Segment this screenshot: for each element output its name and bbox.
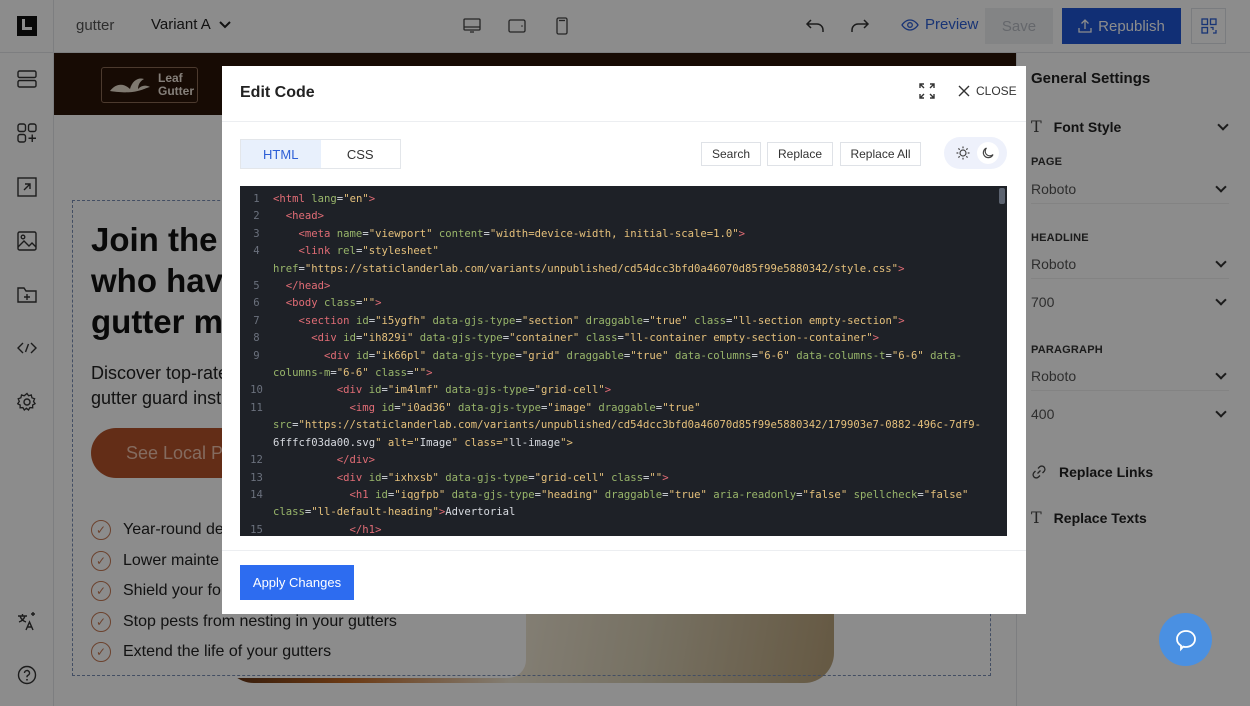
line-number	[240, 365, 273, 382]
tab-html[interactable]: HTML	[241, 140, 321, 168]
code-tabs: HTML CSS	[240, 139, 401, 169]
line-number: 12	[250, 454, 263, 467]
code-line[interactable]: 7 <section id="i5ygfh" data-gjs-type="se…	[240, 313, 1007, 330]
line-number	[240, 435, 273, 452]
code-line[interactable]: 15 </h1>	[240, 522, 1007, 536]
code-text: href="https://staticlanderlab.com/varian…	[273, 262, 905, 275]
line-number: 15	[250, 523, 263, 536]
code-line[interactable]: 3 <meta name="viewport" content="width=d…	[240, 226, 1007, 243]
code-line[interactable]: 2 <head>	[240, 208, 1007, 225]
line-number: 10	[250, 384, 263, 397]
code-line[interactable]: 4 <link rel="stylesheet"	[240, 243, 1007, 260]
line-number: 4	[253, 245, 260, 258]
code-text: </div>	[336, 454, 376, 467]
apply-changes-button[interactable]: Apply Changes	[240, 565, 354, 600]
line-number	[240, 504, 273, 521]
tab-css[interactable]: CSS	[321, 140, 401, 168]
search-button[interactable]: Search	[701, 142, 761, 166]
code-text: </h1>	[349, 523, 382, 536]
sun-icon	[956, 146, 970, 160]
code-line[interactable]: 9 <div id="ik66pl" data-gjs-type="grid" …	[240, 348, 1007, 365]
editor-scrollbar[interactable]	[999, 188, 1005, 204]
code-text: <div id="im4lmf" data-gjs-type="grid-cel…	[336, 384, 612, 397]
code-text: <body class="">	[285, 297, 382, 310]
code-text: <div id="ih829i" data-gjs-type="containe…	[311, 332, 880, 345]
code-line[interactable]: 6 <body class="">	[240, 295, 1007, 312]
code-text: 6fffcf03da00.svg" alt="Image" class="ll-…	[273, 436, 573, 449]
code-text: <link rel="stylesheet"	[298, 245, 439, 258]
code-line[interactable]: 12 </div>	[240, 452, 1007, 469]
code-line[interactable]: src="https://staticlanderlab.com/variant…	[240, 417, 1007, 434]
code-line[interactable]: 11 <img id="i0ad36" data-gjs-type="image…	[240, 400, 1007, 417]
divider	[222, 121, 1026, 122]
line-number: 2	[253, 210, 260, 223]
code-text: columns-m="6-6" class="">	[273, 367, 433, 380]
line-number: 13	[250, 471, 263, 484]
light-theme-button[interactable]	[952, 142, 974, 164]
line-number	[240, 261, 273, 278]
replace-all-button[interactable]: Replace All	[840, 142, 921, 166]
line-number: 5	[253, 280, 260, 293]
code-line[interactable]: columns-m="6-6" class="">	[240, 365, 1007, 382]
fullscreen-button[interactable]	[919, 83, 937, 101]
chat-bubble-icon	[1175, 629, 1196, 651]
moon-icon	[983, 147, 994, 159]
code-text: <img id="i0ad36" data-gjs-type="image" d…	[349, 401, 701, 414]
code-text: <h1 id="iqgfpb" data-gjs-type="heading" …	[349, 488, 969, 501]
replace-button[interactable]: Replace	[767, 142, 833, 166]
code-text: <div id="ik66pl" data-gjs-type="grid" dr…	[324, 349, 963, 362]
code-text: <section id="i5ygfh" data-gjs-type="sect…	[298, 314, 905, 327]
line-number	[240, 417, 273, 434]
code-line[interactable]: 8 <div id="ih829i" data-gjs-type="contai…	[240, 330, 1007, 347]
close-icon	[958, 85, 970, 97]
code-line[interactable]: class="ll-default-heading">Advertorial	[240, 504, 1007, 521]
line-number: 11	[250, 401, 263, 414]
close-button[interactable]: CLOSE	[958, 84, 1017, 98]
code-line[interactable]: 6fffcf03da00.svg" alt="Image" class="ll-…	[240, 435, 1007, 452]
code-text: <html lang="en">	[273, 193, 376, 205]
expand-icon	[919, 83, 935, 99]
modal-title: Edit Code	[240, 84, 315, 101]
code-text: <div id="ixhxsb" data-gjs-type="grid-cel…	[336, 471, 669, 484]
code-text: <meta name="viewport" content="width=dev…	[298, 227, 746, 240]
code-line[interactable]: 13 <div id="ixhxsb" data-gjs-type="grid-…	[240, 470, 1007, 487]
code-line[interactable]: 1 <html lang="en">	[240, 191, 1007, 208]
code-line[interactable]: 10 <div id="im4lmf" data-gjs-type="grid-…	[240, 382, 1007, 399]
theme-toggle	[944, 137, 1007, 169]
code-text: <head>	[285, 210, 325, 223]
code-line[interactable]: 5 </head>	[240, 278, 1007, 295]
code-editor[interactable]: 1 <html lang="en"> 2 <head> 3 <meta name="v…	[240, 186, 1007, 536]
line-number: 9	[253, 349, 260, 362]
chat-support-button[interactable]	[1159, 613, 1212, 666]
code-line[interactable]: href="https://staticlanderlab.com/varian…	[240, 261, 1007, 278]
code-text: </head>	[285, 280, 331, 293]
code-text: src="https://staticlanderlab.com/variant…	[273, 419, 981, 432]
code-line[interactable]: 14 <h1 id="iqgfpb" data-gjs-type="headin…	[240, 487, 1007, 504]
divider	[222, 550, 1026, 551]
line-number: 8	[253, 332, 260, 345]
line-number: 7	[253, 314, 260, 327]
edit-code-modal: Edit Code CLOSE HTML CSS Search Replace …	[222, 66, 1026, 614]
line-number: 1	[253, 193, 260, 205]
line-number: 6	[253, 297, 260, 310]
line-number: 3	[253, 227, 260, 240]
close-label: CLOSE	[976, 84, 1017, 98]
line-number: 14	[250, 488, 263, 501]
code-text: class="ll-default-heading">Advertorial	[273, 506, 516, 519]
dark-theme-button[interactable]	[977, 142, 1000, 164]
